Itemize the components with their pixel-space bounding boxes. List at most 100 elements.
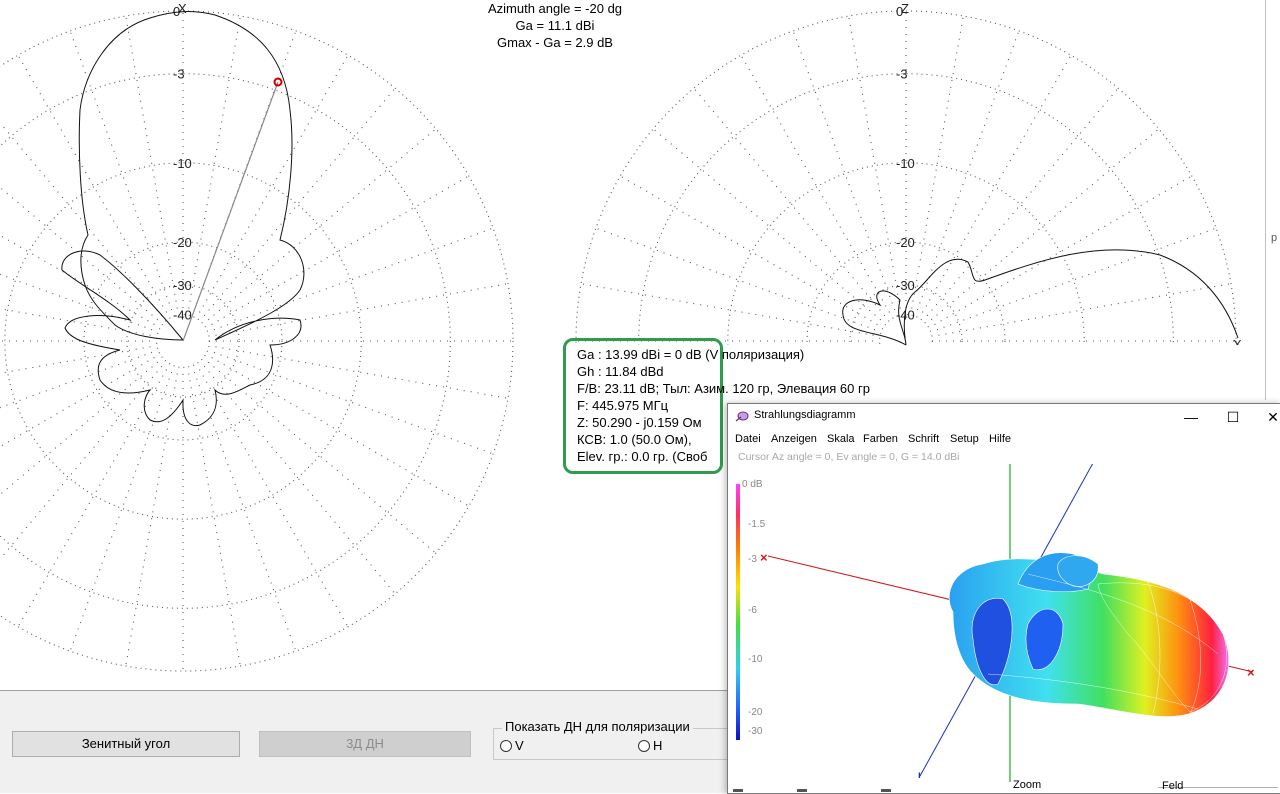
left-ring-label: -3 [173,67,185,82]
left-polar-grid: 0-3-10-20-30-40X [0,1,514,672]
menu-skala[interactable]: Skala [827,433,855,445]
minimize-icon[interactable]: — [1173,404,1209,430]
right-grid-spoke [916,30,1020,311]
left-grid-spoke [211,357,470,507]
right-ring-label: -3 [896,67,908,82]
right-ring-label: -30 [896,278,915,293]
left-grid-spoke [69,371,173,652]
scale-label-0: 0 dB [742,479,763,490]
x-axis-marker-right: × [1247,665,1255,680]
radio-v-circle-icon [500,739,512,752]
left-grid-spoke [211,175,470,325]
left-grid-spoke [0,346,151,374]
left-grid-ring [0,73,451,609]
left-grid-spoke [215,346,509,399]
left-grid-spoke [69,30,173,311]
cursor-line [182,81,279,342]
y-axis-marker-top: ı [1095,464,1098,467]
radio-v-label: V [515,738,524,753]
gain-dbi-text: Ga : 13.99 dBi = 0 dB (V поляризация) [577,347,805,362]
gmax-text: Gmax - Ga = 2.9 dB [497,35,613,50]
strahlungsdiagramm-window[interactable]: Strahlungsdiagramm — ☐ ✕ Datei Anzeigen … [727,403,1280,794]
right-grid-spoke [652,128,882,321]
menu-anzeigen[interactable]: Anzeigen [771,433,817,445]
azimuth-header: Azimuth angle = -20 dg Ga = 11.1 dBi Gma… [435,0,675,51]
left-grid-ring [0,10,514,672]
radio-h[interactable]: H [638,738,662,753]
left-grid-spoke [188,15,241,309]
left-ring-label: -20 [173,235,192,250]
scale-label-1: -1.5 [748,519,766,530]
left-top-axis-label: X [178,1,187,16]
left-grid-spoke [125,373,178,667]
menu-setup[interactable]: Setup [950,433,979,445]
right-edge-text: р [1271,232,1278,244]
menu-schrift[interactable]: Schrift [908,433,939,445]
polarization-group-title: Показать ДН для поляризации [502,719,693,734]
radio-h-label: H [653,738,663,753]
left-grid-spoke [0,122,163,317]
menu-farben[interactable]: Farben [863,433,898,445]
right-ring-label: -10 [896,156,915,171]
menu-datei[interactable]: Datei [735,433,761,445]
right-grid-spoke [580,283,874,336]
impedance-text: Z: 50.290 - j0.159 Ом [577,415,702,430]
right-ring-label: -20 [896,235,915,250]
y-axis-marker-bottom: ı [918,770,921,781]
right-top-axis-label: Z [901,1,909,16]
right-grid-spoke [595,227,876,331]
right-grid-spoke [693,87,886,317]
right-grid-spoke [936,227,1217,331]
menu-hilfe[interactable]: Hilfe [989,433,1011,445]
left-grid-spoke [0,186,159,321]
left-grid-spoke [199,369,349,628]
scale-label-6: -30 [748,726,763,737]
zenith-angle-button[interactable]: Зенитный угол [12,731,240,757]
left-grid-spoke [0,308,151,336]
radio-v[interactable]: V [500,738,524,753]
frequency-text: F: 445.975 МГц [577,398,669,413]
left-ring-label: -40 [173,308,192,323]
right-grid-spoke [911,15,964,309]
right-grid-spoke [792,30,896,311]
left-grid-spoke [0,365,163,560]
left-grid-spoke [17,54,167,313]
right-grid-spoke [934,175,1193,325]
right-grid-spoke [926,87,1119,317]
right-grid-spoke [619,175,878,325]
zoom-label: Zoom [1013,779,1042,791]
x-axis-marker-left: × [760,550,768,565]
right-grid-spoke [930,128,1160,321]
window-titlebar[interactable]: Strahlungsdiagramm — ☐ ✕ [728,404,1280,430]
cursor-info-text: Cursor Az angle = 0, Ev angle = 0, G = 1… [738,451,960,463]
gain-dbd-text: Gh : 11.84 dBd [577,364,664,379]
scale-label-4: -10 [748,654,763,665]
left-grid-spoke [188,373,241,667]
left-grid-spoke [125,15,178,309]
left-grid-spoke [213,351,494,455]
scale-label-5: -20 [748,707,763,718]
window-edge [1265,0,1266,400]
window-title: Strahlungsdiagramm [754,409,856,421]
left-grid-spoke [193,371,297,652]
color-scale-bar [736,484,740,740]
3d-pattern-view[interactable]: 0 dB -1.5 -3 -6 -10 -20 -30 × × ı ı [728,464,1280,782]
left-grid-spoke [203,365,396,595]
scale-label-3: -6 [748,605,757,616]
left-grid-spoke [213,227,494,331]
right-grid-spoke [938,283,1232,336]
swr-text: КСВ: 1.0 (50.0 Ом), [577,432,692,447]
ga-text: Ga = 11.1 dBi [515,18,595,33]
elevation-text: Elev. гр.: 0.0 гр. (Своб [577,449,708,464]
left-grid-spoke [215,283,509,336]
left-grid-spoke [0,351,153,409]
app-icon [735,411,749,422]
left-ring-label: -10 [173,156,192,171]
close-icon[interactable]: ✕ [1255,404,1280,430]
scale-label-2: -3 [748,554,757,565]
3d-pattern-button[interactable]: 3Д ДН [259,731,471,757]
radio-h-circle-icon [638,739,650,752]
left-grid-spoke [203,87,396,317]
left-grid-spoke [0,361,159,496]
maximize-icon[interactable]: ☐ [1215,404,1251,430]
